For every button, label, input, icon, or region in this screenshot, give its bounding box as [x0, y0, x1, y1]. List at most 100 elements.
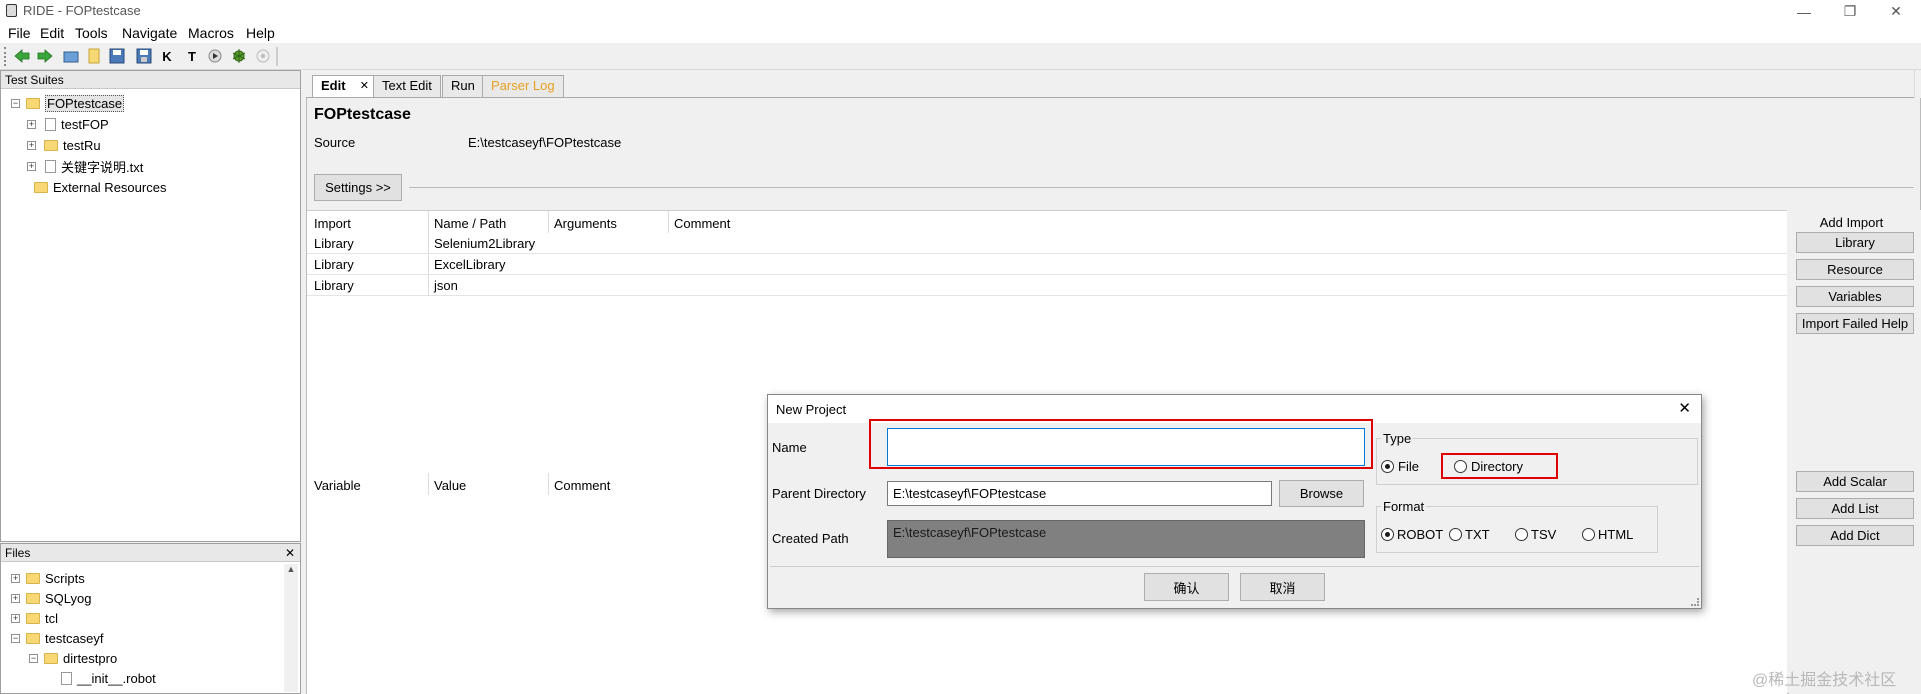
add-variables-button[interactable]: Variables [1796, 286, 1914, 307]
files-item-label: Scripts [45, 570, 85, 586]
parent-directory-input[interactable]: E:\testcaseyf\FOPtestcase [887, 481, 1272, 506]
expand-icon[interactable]: + [27, 120, 36, 129]
type-file-radio[interactable]: File [1381, 459, 1419, 474]
menu-macros[interactable]: Macros [188, 23, 234, 43]
tree-item-testru[interactable]: + testRu [11, 135, 301, 156]
test-search-icon[interactable]: T [183, 47, 201, 65]
cancel-button[interactable]: 取消 [1240, 573, 1325, 601]
tab-close-icon[interactable]: ✕ [360, 79, 369, 92]
bug-icon[interactable] [230, 47, 248, 65]
menu-bar: File Edit Tools Navigate Macros Help [0, 23, 1921, 43]
files-item-sqlyog[interactable]: + SQLyog [11, 588, 281, 608]
add-list-button[interactable]: Add List [1796, 498, 1914, 519]
radio-icon [1582, 528, 1595, 541]
tree-item-label: testFOP [61, 117, 109, 132]
table-row[interactable]: Library Selenium2Library [307, 233, 1787, 254]
add-library-button[interactable]: Library [1796, 232, 1914, 253]
app-icon [6, 4, 17, 17]
new-project-dialog: New Project ✕ Name Parent Directory E:\t… [767, 394, 1702, 609]
tab-edit[interactable]: Edit ✕ [312, 75, 374, 97]
menu-file[interactable]: File [8, 23, 31, 43]
expand-icon[interactable]: + [11, 573, 20, 583]
table-row[interactable]: Library ExcelLibrary [307, 254, 1787, 275]
tree-item-root[interactable]: − FOPtestcase [11, 93, 301, 114]
expand-icon[interactable]: + [27, 141, 36, 150]
format-txt-radio[interactable]: TXT [1449, 527, 1490, 542]
collapse-icon[interactable]: − [29, 653, 38, 663]
menu-help[interactable]: Help [246, 23, 275, 43]
folder-icon [26, 572, 40, 584]
radio-icon [1449, 528, 1462, 541]
dialog-close-icon[interactable]: ✕ [1678, 399, 1691, 417]
ok-button[interactable]: 确认 [1144, 573, 1229, 601]
save-icon[interactable] [108, 47, 126, 65]
format-robot-radio[interactable]: ROBOT [1381, 527, 1443, 542]
col-divider [668, 211, 669, 233]
expand-icon[interactable]: + [11, 593, 20, 603]
tab-parser-log[interactable]: Parser Log [482, 75, 564, 97]
created-path-value: E:\testcaseyf\FOPtestcase [887, 520, 1365, 558]
created-path-label: Created Path [772, 531, 849, 546]
add-resource-button[interactable]: Resource [1796, 259, 1914, 280]
import-type-cell: Library [314, 257, 354, 272]
import-failed-help-button[interactable]: Import Failed Help [1796, 313, 1914, 334]
import-name-cell: ExcelLibrary [434, 257, 506, 272]
tree-item-external-resources[interactable]: External Resources [11, 177, 301, 198]
col-header-import: Import [314, 216, 351, 231]
name-input[interactable] [887, 428, 1365, 466]
table-row[interactable]: Library json [307, 275, 1787, 296]
files-item-testcaseyf[interactable]: − testcaseyf [11, 628, 281, 648]
type-directory-radio[interactable]: Directory [1454, 459, 1523, 474]
collapse-icon[interactable]: − [11, 99, 20, 108]
settings-divider [409, 187, 1914, 188]
resize-grip-icon[interactable] [1691, 598, 1699, 606]
title-bar: RIDE - FOPtestcase — ❐ ✕ [0, 0, 1921, 23]
new-file-icon[interactable] [85, 47, 103, 65]
close-icon[interactable]: ✕ [285, 546, 295, 560]
save-all-icon[interactable] [135, 47, 153, 65]
files-item-label: SQLyog [45, 590, 92, 606]
settings-button[interactable]: Settings >> [314, 174, 402, 201]
format-txt-label: TXT [1465, 527, 1490, 542]
files-item-label: testcaseyf [45, 630, 104, 646]
col-header-arguments: Arguments [554, 216, 617, 231]
tab-text-edit[interactable]: Text Edit [373, 75, 441, 97]
parent-directory-label: Parent Directory [772, 486, 866, 501]
folder-icon [26, 592, 40, 604]
files-item-init-robot[interactable]: __init__.robot [11, 668, 281, 688]
suite-name: FOPtestcase [314, 106, 411, 123]
browse-button[interactable]: Browse [1279, 480, 1364, 507]
menu-navigate[interactable]: Navigate [122, 23, 177, 43]
expand-icon[interactable]: + [11, 613, 20, 623]
files-item-scripts[interactable]: + Scripts [11, 568, 281, 588]
folder-icon [44, 140, 58, 151]
arrow-right-icon[interactable] [36, 47, 54, 65]
files-scrollbar[interactable]: ▲ [284, 564, 298, 692]
restore-button[interactable]: ❐ [1827, 0, 1873, 23]
source-label: Source [314, 135, 356, 150]
keyword-search-icon[interactable]: K [158, 47, 176, 65]
menu-edit[interactable]: Edit [40, 23, 64, 43]
files-item-dirtestpro[interactable]: − dirtestpro [11, 648, 281, 668]
close-window-button[interactable]: ✕ [1873, 0, 1919, 23]
run-icon[interactable] [206, 47, 224, 65]
files-item-tcl[interactable]: + tcl [11, 608, 281, 628]
files-item-label: tcl [45, 610, 58, 626]
add-dict-button[interactable]: Add Dict [1796, 525, 1914, 546]
open-folder-icon[interactable] [62, 47, 80, 65]
tree-item-keyword-doc[interactable]: + 关键字说明.txt [11, 156, 301, 177]
menu-tools[interactable]: Tools [75, 23, 108, 43]
tab-run[interactable]: Run [442, 75, 484, 97]
format-tsv-radio[interactable]: TSV [1515, 527, 1556, 542]
stop-icon[interactable] [254, 47, 272, 65]
add-scalar-button[interactable]: Add Scalar [1796, 471, 1914, 492]
collapse-icon[interactable]: − [11, 633, 20, 643]
radio-icon [1454, 460, 1467, 473]
format-html-radio[interactable]: HTML [1582, 527, 1633, 542]
arrow-left-icon[interactable] [13, 47, 31, 65]
minimize-button[interactable]: — [1781, 0, 1827, 23]
tree-item-testfop[interactable]: + testFOP [11, 114, 301, 135]
window-title: RIDE - FOPtestcase [23, 3, 141, 18]
expand-icon[interactable]: + [27, 162, 36, 171]
files-item-label: __init__.robot [77, 670, 156, 686]
